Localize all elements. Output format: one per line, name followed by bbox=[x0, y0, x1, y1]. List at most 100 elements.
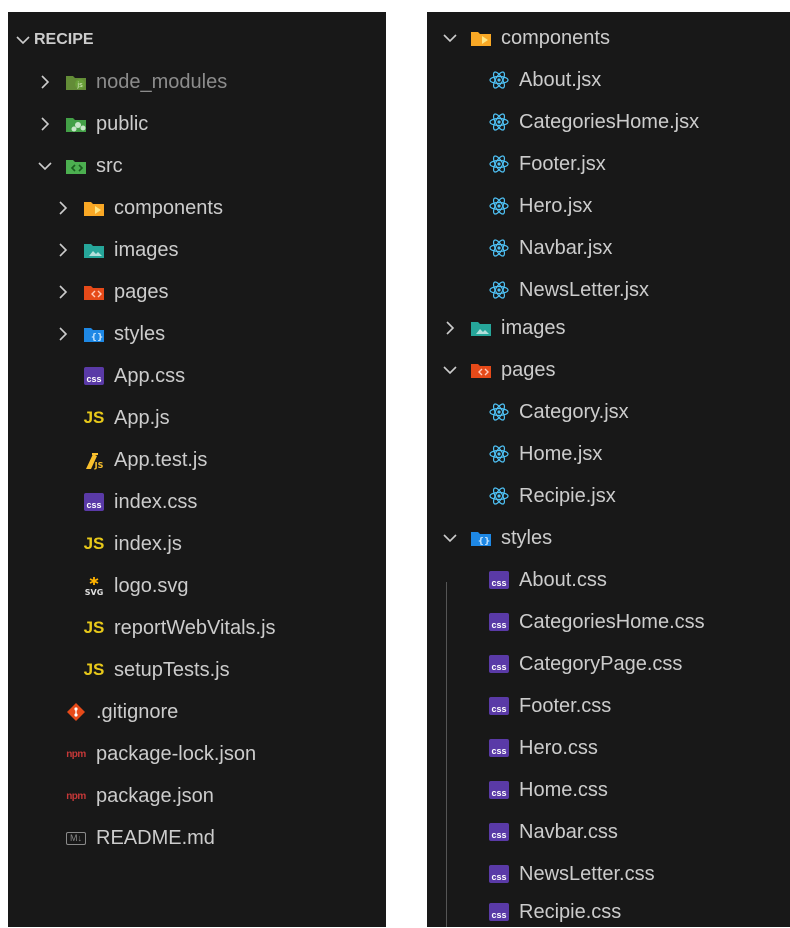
tree-item-home-css[interactable]: css Home.css bbox=[487, 774, 790, 806]
node-folder-icon: js bbox=[64, 71, 88, 93]
css-file-icon: css bbox=[487, 779, 511, 801]
tree-item-label: Navbar.css bbox=[519, 820, 618, 843]
tree-item-label: index.js bbox=[114, 532, 182, 555]
tree-item-recipie-css[interactable]: css Recipie.css bbox=[487, 896, 790, 928]
tree-item-navbar-css[interactable]: css Navbar.css bbox=[487, 816, 790, 848]
tree-item-label: Footer.jsx bbox=[519, 152, 606, 175]
chevron-down-icon bbox=[439, 30, 461, 46]
tree-item-setuptests-js[interactable]: JS setupTests.js bbox=[82, 654, 386, 686]
tree-item-label: images bbox=[114, 238, 179, 261]
tree-item-app-css[interactable]: css App.css bbox=[82, 360, 386, 392]
tree-item-package-json[interactable]: npm package.json bbox=[64, 780, 386, 812]
tree-item-reportwebvitals-js[interactable]: JS reportWebVitals.js bbox=[82, 612, 386, 644]
chevron-right-icon bbox=[52, 200, 74, 216]
pages-folder-icon bbox=[82, 281, 106, 303]
tree-item-label: logo.svg bbox=[114, 574, 189, 597]
tree-item-components[interactable]: components bbox=[439, 22, 790, 54]
chevron-right-icon bbox=[34, 116, 56, 132]
react-file-icon bbox=[487, 195, 511, 217]
tree-item-home-jsx[interactable]: Home.jsx bbox=[487, 438, 790, 470]
tree-item-label: Hero.css bbox=[519, 736, 598, 759]
components-folder-icon bbox=[82, 197, 106, 219]
tree-item-label: NewsLetter.css bbox=[519, 862, 655, 885]
css-file-icon: css bbox=[487, 863, 511, 885]
svg-text:JS: JS bbox=[94, 461, 104, 470]
public-folder-icon bbox=[64, 113, 88, 135]
explorer-root-recipe[interactable]: RECIPE bbox=[12, 24, 386, 56]
tree-item-app-js[interactable]: JS App.js bbox=[82, 402, 386, 434]
tree-item-readme-md[interactable]: M↓ README.md bbox=[64, 822, 386, 854]
tree-item-newsletter-jsx[interactable]: NewsLetter.jsx bbox=[487, 274, 790, 306]
tree-item-styles[interactable]: {} styles bbox=[52, 318, 386, 350]
markdown-file-icon: M↓ bbox=[64, 827, 88, 849]
tree-item-label: styles bbox=[114, 322, 166, 345]
js-file-icon: JS bbox=[83, 534, 105, 553]
svg-text:{}: {} bbox=[478, 537, 491, 547]
react-file-icon bbox=[487, 485, 511, 507]
react-file-icon bbox=[487, 279, 511, 301]
chevron-down-icon bbox=[34, 158, 56, 174]
tree-item-label: images bbox=[501, 316, 566, 339]
images-folder-icon bbox=[82, 239, 106, 261]
tree-item-categorieshome-css[interactable]: css CategoriesHome.css bbox=[487, 606, 790, 638]
test-file-icon: JS bbox=[82, 449, 106, 471]
images-folder-icon bbox=[469, 317, 493, 339]
tree-item-label: CategoriesHome.css bbox=[519, 610, 705, 633]
tree-item-about-jsx[interactable]: About.jsx bbox=[487, 64, 790, 96]
tree-item-recipie-jsx[interactable]: Recipie.jsx bbox=[487, 480, 790, 512]
tree-item-package-lock-json[interactable]: npm package-lock.json bbox=[64, 738, 386, 770]
tree-item-hero-css[interactable]: css Hero.css bbox=[487, 732, 790, 764]
indent-guide bbox=[446, 582, 447, 927]
tree-item-images[interactable]: images bbox=[439, 312, 790, 344]
npm-file-icon: npm bbox=[66, 790, 86, 802]
tree-item-footer-css[interactable]: css Footer.css bbox=[487, 690, 790, 722]
tree-item-public[interactable]: public bbox=[34, 108, 386, 140]
tree-item-category-jsx[interactable]: Category.jsx bbox=[487, 396, 790, 428]
react-file-icon bbox=[487, 401, 511, 423]
tree-item-pages[interactable]: pages bbox=[439, 354, 790, 386]
tree-item-hero-jsx[interactable]: Hero.jsx bbox=[487, 190, 790, 222]
tree-item-logo-svg[interactable]: SVG logo.svg bbox=[82, 570, 386, 602]
src-folder-icon bbox=[64, 155, 88, 177]
tree-item-label: App.js bbox=[114, 406, 170, 429]
tree-item-gitignore[interactable]: .gitignore bbox=[64, 696, 386, 728]
tree-item-index-js[interactable]: JS index.js bbox=[82, 528, 386, 560]
components-folder-icon bbox=[469, 27, 493, 49]
tree-item-about-css[interactable]: css About.css bbox=[487, 564, 790, 596]
tree-item-src[interactable]: src bbox=[34, 150, 386, 182]
tree-item-images[interactable]: images bbox=[52, 234, 386, 266]
chevron-down-icon bbox=[439, 530, 461, 546]
tree-item-node-modules[interactable]: js node_modules bbox=[34, 66, 386, 98]
react-file-icon bbox=[487, 153, 511, 175]
tree-item-app-test-js[interactable]: JS App.test.js bbox=[82, 444, 386, 476]
js-file-icon: JS bbox=[83, 408, 105, 427]
tree-item-components[interactable]: components bbox=[52, 192, 386, 224]
styles-folder-icon: {} bbox=[82, 323, 106, 345]
css-file-icon: css bbox=[82, 491, 106, 513]
tree-item-label: components bbox=[114, 196, 223, 219]
tree-item-categorypage-css[interactable]: css CategoryPage.css bbox=[487, 648, 790, 680]
tree-item-index-css[interactable]: css index.css bbox=[82, 486, 386, 518]
css-file-icon: css bbox=[487, 695, 511, 717]
git-file-icon bbox=[64, 701, 88, 723]
npm-file-icon: npm bbox=[66, 748, 86, 760]
tree-item-categorieshome-jsx[interactable]: CategoriesHome.jsx bbox=[487, 106, 790, 138]
tree-item-newsletter-css[interactable]: css NewsLetter.css bbox=[487, 858, 790, 890]
tree-item-label: Footer.css bbox=[519, 694, 612, 717]
svg-file-icon: SVG bbox=[82, 575, 106, 597]
tree-item-label: About.css bbox=[519, 568, 607, 591]
css-file-icon: css bbox=[487, 611, 511, 633]
explorer-panel-left: RECIPE js node_modules public src compon… bbox=[8, 12, 386, 927]
tree-item-label: Navbar.jsx bbox=[519, 236, 613, 259]
tree-item-footer-jsx[interactable]: Footer.jsx bbox=[487, 148, 790, 180]
react-file-icon bbox=[487, 443, 511, 465]
tree-item-label: src bbox=[96, 154, 123, 177]
tree-item-styles[interactable]: {} styles bbox=[439, 522, 790, 554]
tree-item-navbar-jsx[interactable]: Navbar.jsx bbox=[487, 232, 790, 264]
chevron-right-icon bbox=[439, 320, 461, 336]
tree-item-label: package-lock.json bbox=[96, 742, 257, 765]
tree-item-pages[interactable]: pages bbox=[52, 276, 386, 308]
css-file-icon: css bbox=[82, 365, 106, 387]
tree-item-label: styles bbox=[501, 526, 553, 549]
tree-item-label: package.json bbox=[96, 784, 214, 807]
